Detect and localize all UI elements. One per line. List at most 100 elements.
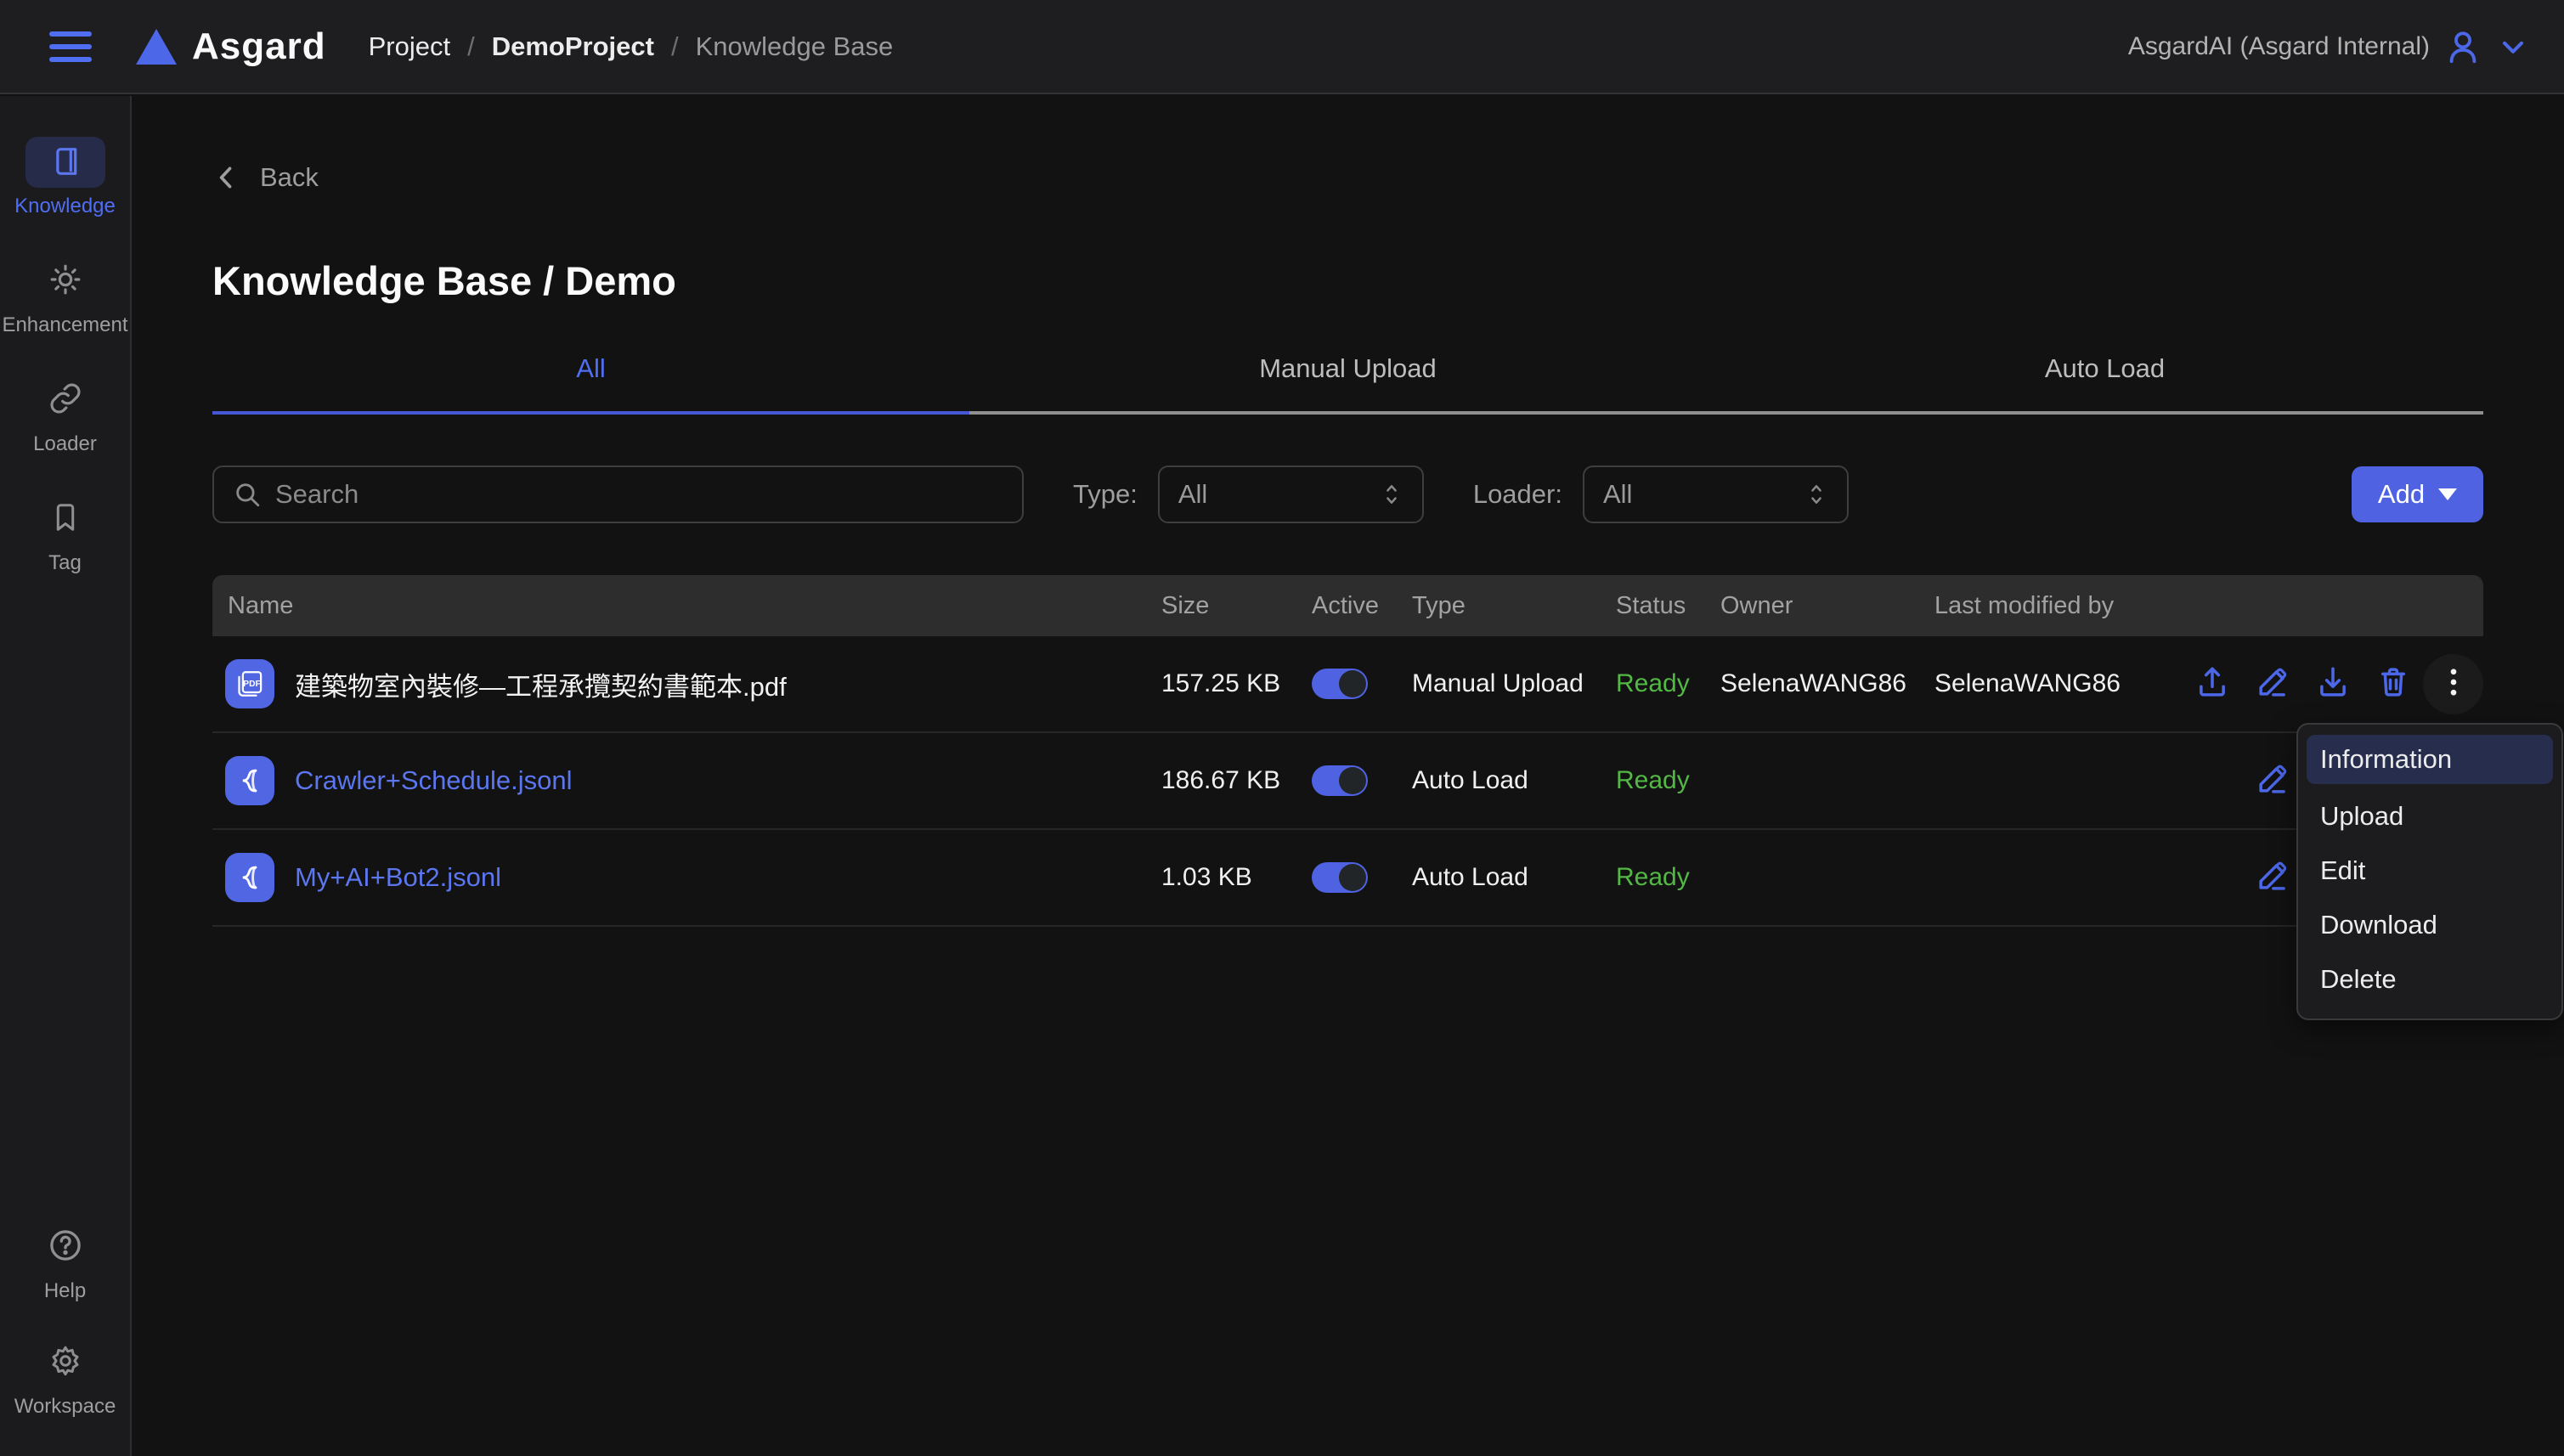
table-row: PDF建築物室內裝修—工程承攬契約書範本.pdf157.25 KBManual … [212, 636, 2483, 733]
sidebar-item-label: Loader [33, 432, 97, 456]
search-icon [233, 480, 262, 509]
status-badge: Ready [1606, 863, 1710, 892]
updown-chevrons-icon [1380, 481, 1403, 508]
upload-icon [2194, 664, 2230, 704]
breadcrumb-separator: / [671, 31, 679, 62]
logo-text: Asgard [192, 25, 326, 68]
filter-bar: Type: All Loader: All Add [212, 466, 2483, 523]
sidebar-item-workspace[interactable]: Workspace [2, 1337, 129, 1419]
table-header: NameSizeActiveTypeStatusOwnerLast modifi… [212, 575, 2483, 636]
bookmark-icon [49, 501, 82, 538]
delete-button[interactable] [2363, 654, 2423, 714]
more-icon [2436, 664, 2471, 704]
active-toggle[interactable] [1312, 765, 1368, 796]
type-filter-label: Type: [1073, 479, 1138, 510]
sidebar-item-tile [25, 137, 105, 188]
sidebar-item-label: Knowledge [14, 195, 116, 218]
loader-select-value: All [1603, 479, 1632, 510]
file-name[interactable]: Crawler+Schedule.jsonl [295, 765, 573, 796]
edit-button[interactable] [2242, 751, 2302, 811]
owner: SelenaWANG86 [1710, 669, 1924, 698]
book-icon [48, 144, 82, 182]
main-content: Back Knowledge Base / Demo AllManual Upl… [133, 96, 2564, 1456]
more-button[interactable] [2423, 654, 2483, 714]
upload-type: Auto Load [1402, 766, 1606, 795]
search-box[interactable] [212, 466, 1024, 523]
edit-button[interactable] [2242, 848, 2302, 908]
context-menu-item-download[interactable]: Download [2298, 898, 2561, 952]
sidebar-item-tile [25, 1222, 105, 1273]
breadcrumb-item[interactable]: DemoProject [492, 31, 654, 62]
context-menu-item-information[interactable]: Information [2307, 735, 2553, 784]
tab-bar: AllManual UploadAuto Load [212, 353, 2483, 415]
download-button[interactable] [2302, 654, 2363, 714]
file-name[interactable]: My+AI+Bot2.jsonl [295, 862, 501, 893]
sidebar-item-loader[interactable]: Loader [2, 375, 129, 456]
active-toggle[interactable] [1312, 669, 1368, 699]
edit-button[interactable] [2242, 654, 2302, 714]
context-menu-item-delete[interactable]: Delete [2298, 952, 2561, 1007]
context-menu-item-edit[interactable]: Edit [2298, 844, 2561, 898]
add-button[interactable]: Add [2352, 466, 2483, 522]
sidebar-item-tile [25, 494, 105, 545]
column-header-owner: Owner [1710, 592, 1924, 620]
toggle-knob [1339, 767, 1366, 794]
help-circle-icon [48, 1227, 83, 1267]
file-name-cell: My+AI+Bot2.jsonl [212, 853, 1151, 902]
upload-button[interactable] [2182, 654, 2242, 714]
menu-icon[interactable] [49, 31, 92, 62]
back-button[interactable]: Back [212, 162, 340, 193]
sidebar-item-label: Tag [48, 551, 82, 575]
table-row: My+AI+Bot2.jsonl1.03 KBAuto LoadReady [212, 830, 2483, 927]
top-bar: Asgard Project / DemoProject / Knowledge Bas… [0, 0, 2564, 94]
row-context-menu: Information UploadEditDownloadDelete [2296, 723, 2563, 1020]
svg-text:PDF: PDF [243, 680, 261, 689]
last-modified-by: SelenaWANG86 [1924, 669, 2175, 698]
sidebar-item-knowledge[interactable]: Knowledge [2, 137, 129, 218]
active-cell [1302, 862, 1402, 893]
knowledge-table: NameSizeActiveTypeStatusOwnerLast modifi… [212, 575, 2483, 927]
pdf-file-icon: PDF [225, 659, 274, 708]
breadcrumb-item[interactable]: Project [369, 31, 450, 62]
sidebar-item-tag[interactable]: Tag [2, 494, 129, 575]
column-header-last-modified-by: Last modified by [1924, 592, 2175, 620]
file-name-cell: PDF建築物室內裝修—工程承攬契約書範本.pdf [212, 659, 1151, 708]
tab-all[interactable]: All [212, 353, 969, 415]
file-name-cell: Crawler+Schedule.jsonl [212, 756, 1151, 805]
page-title: Knowledge Base / Demo [212, 257, 2483, 304]
link-icon [48, 381, 82, 420]
jsonl-file-icon [225, 756, 274, 805]
delete-icon [2375, 664, 2411, 704]
search-input[interactable] [275, 479, 1003, 510]
chevron-left-icon [212, 163, 241, 192]
sidebar-item-tile [25, 256, 105, 307]
sidebar-item-label: Enhancement [2, 313, 127, 337]
file-size: 186.67 KB [1151, 766, 1302, 795]
sidebar-item-help[interactable]: Help [2, 1222, 129, 1303]
table-row: Crawler+Schedule.jsonl 186.67 KB Auto Load… [212, 733, 2483, 830]
loader-select[interactable]: All [1583, 466, 1849, 523]
tab-manual-upload[interactable]: Manual Upload [969, 353, 1726, 415]
chevron-down-icon [2496, 30, 2530, 64]
sidebar-item-tile [25, 1337, 105, 1388]
context-menu-item-upload[interactable]: Upload [2298, 789, 2561, 844]
gear-icon [48, 1343, 83, 1383]
active-cell [1302, 765, 1402, 796]
breadcrumb-separator: / [467, 31, 475, 62]
toggle-knob [1339, 864, 1366, 891]
active-toggle[interactable] [1312, 862, 1368, 893]
app-logo[interactable]: Asgard [136, 25, 326, 68]
sidebar-item-enhancement[interactable]: Enhancement [2, 256, 129, 337]
breadcrumb-item: Knowledge Base [696, 31, 894, 62]
column-header-status: Status [1606, 592, 1710, 620]
updown-chevrons-icon [1804, 481, 1828, 508]
column-header-type: Type [1402, 592, 1606, 620]
account-menu[interactable]: AsgardAI (Asgard Internal) [2128, 27, 2530, 66]
tab-auto-load[interactable]: Auto Load [1726, 353, 2483, 415]
column-header-name: Name [212, 592, 1151, 620]
user-icon [2443, 27, 2482, 66]
jsonl-file-icon [225, 853, 274, 902]
status-badge: Ready [1606, 669, 1710, 698]
type-select[interactable]: All [1158, 466, 1424, 523]
toggle-knob [1339, 670, 1366, 697]
